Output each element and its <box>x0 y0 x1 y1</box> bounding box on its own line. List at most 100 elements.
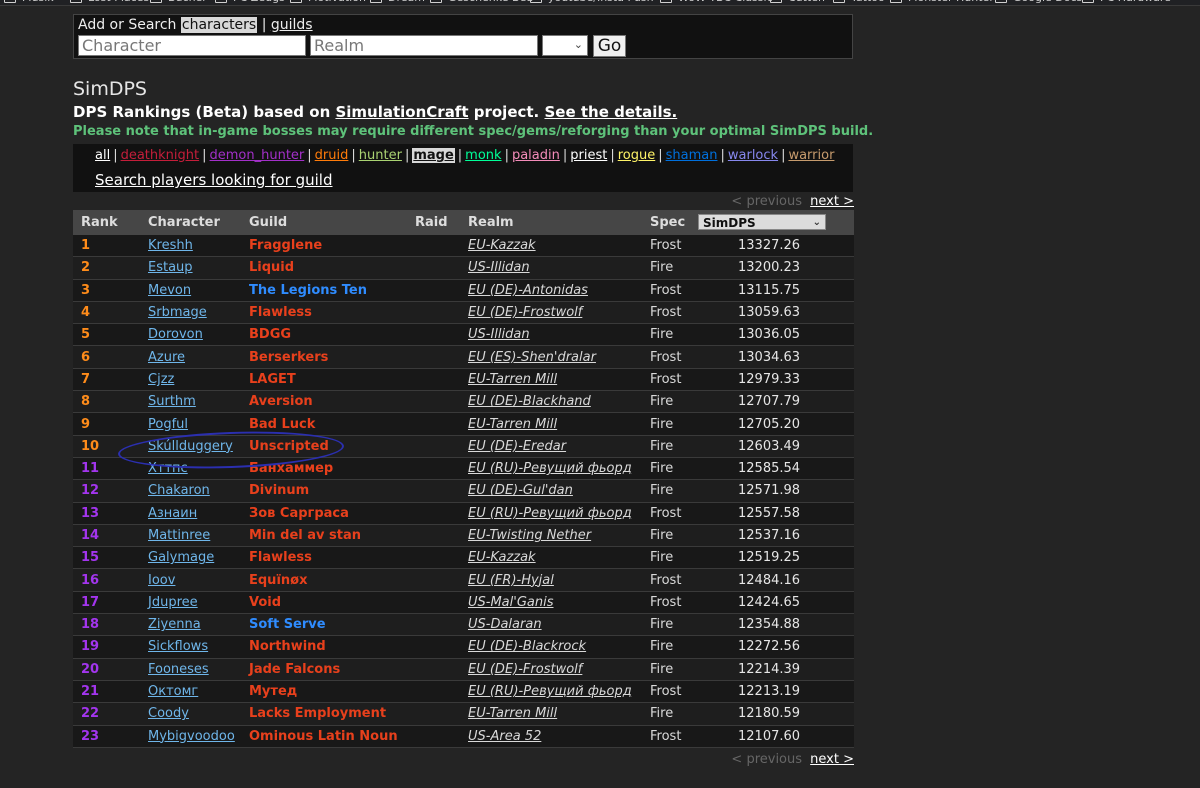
guild-cell[interactable]: Northwind <box>241 635 407 659</box>
guild-cell[interactable]: Ominous Latin Noun <box>241 725 407 748</box>
guild-cell[interactable]: Liquid <box>241 256 407 280</box>
character-link[interactable]: Азнаин <box>148 506 197 521</box>
class-link-hunter[interactable]: hunter <box>359 148 402 163</box>
bookmark-item[interactable]: youtube/Insta Push <box>530 0 654 4</box>
character-link[interactable]: Ziyenna <box>148 617 201 632</box>
looking-for-guild-link[interactable]: Search players looking for guild <box>95 171 333 189</box>
realm-cell[interactable]: EU (DE)-Antonidas <box>460 279 642 302</box>
guild-cell[interactable]: Equïnøx <box>241 568 407 592</box>
header-realm[interactable]: Realm <box>460 210 642 235</box>
bookmark-item[interactable]: Bücher <box>150 0 207 4</box>
guild-cell[interactable]: Void <box>241 591 407 615</box>
realm-cell[interactable]: EU-Tarren Mill <box>460 368 642 392</box>
bookmark-item[interactable]: WoW TBC Classic <box>660 0 773 4</box>
guild-cell[interactable]: LAGET <box>241 368 407 392</box>
realm-cell[interactable]: EU (FR)-Hyjal <box>460 568 642 592</box>
character-link[interactable]: Surthm <box>148 394 196 409</box>
bookmark-item[interactable]: Lost Places <box>70 0 149 4</box>
guild-cell[interactable]: Банхаммер <box>241 457 407 481</box>
region-select[interactable]: ⌄ <box>542 35 588 56</box>
class-link-rogue[interactable]: rogue <box>618 148 656 163</box>
realm-input[interactable] <box>310 35 538 56</box>
next-link[interactable]: next > <box>810 194 854 209</box>
class-link-mage[interactable]: mage <box>412 148 455 163</box>
characters-link[interactable]: characters <box>180 17 258 33</box>
bookmark-item[interactable]: Motivation <box>290 0 366 4</box>
class-link-deathknight[interactable]: deathknight <box>121 148 200 163</box>
realm-cell[interactable]: EU-Tarren Mill <box>460 412 642 436</box>
header-character[interactable]: Character <box>140 210 241 235</box>
guild-cell[interactable]: Divinum <box>241 479 407 503</box>
realm-cell[interactable]: US-Illidan <box>460 256 642 280</box>
realm-cell[interactable]: EU (DE)-Gul'dan <box>460 479 642 503</box>
class-link-all[interactable]: all <box>95 148 110 163</box>
guild-cell[interactable]: Jade Falcons <box>241 658 407 681</box>
class-link-shaman[interactable]: shaman <box>666 148 718 163</box>
character-link[interactable]: Srbmage <box>148 305 207 320</box>
realm-cell[interactable]: US-Illidan <box>460 323 642 347</box>
character-link[interactable]: Ioov <box>148 573 175 588</box>
bookmark-item[interactable]: Cutten <box>770 0 825 4</box>
header-guild[interactable]: Guild <box>241 210 407 235</box>
guild-cell[interactable]: Flawless <box>241 546 407 570</box>
guild-cell[interactable]: Min del av stan <box>241 524 407 548</box>
guild-cell[interactable]: BDGG <box>241 323 407 347</box>
guild-cell[interactable]: Lacks Employment <box>241 702 407 726</box>
realm-cell[interactable]: US-Area 52 <box>460 725 642 748</box>
character-link[interactable]: Mybigvoodoo <box>148 729 235 744</box>
character-link[interactable]: Pogful <box>148 417 188 432</box>
see-details-link[interactable]: See the details. <box>544 103 677 121</box>
character-link[interactable]: Chakaron <box>148 483 210 498</box>
realm-cell[interactable]: EU (RU)-Ревущий фьорд <box>460 680 642 704</box>
character-link[interactable]: Estaup <box>148 260 193 275</box>
character-link[interactable]: Coody <box>148 706 189 721</box>
realm-cell[interactable]: US-Dalaran <box>460 613 642 637</box>
realm-cell[interactable]: EU (DE)-Eredar <box>460 435 642 458</box>
bookmark-item[interactable]: PC Zeugs <box>215 0 285 4</box>
character-link[interactable]: Fooneses <box>148 662 209 677</box>
guild-cell[interactable]: Зов Сарграса <box>241 502 407 525</box>
bookmark-item[interactable]: Dream <box>370 0 425 4</box>
realm-cell[interactable]: EU-Tarren Mill <box>460 702 642 726</box>
guild-cell[interactable]: Unscripted <box>241 435 407 458</box>
class-link-paladin[interactable]: paladin <box>512 148 560 163</box>
sort-select[interactable]: SimDPS ⌄ <box>698 214 826 230</box>
character-link[interactable]: Mevon <box>148 283 191 298</box>
guild-cell[interactable]: Fragglene <box>241 235 407 258</box>
character-link[interactable]: Хттпс <box>148 461 188 476</box>
simulationcraft-link[interactable]: SimulationCraft <box>335 103 468 121</box>
character-link[interactable]: Galymage <box>148 550 214 565</box>
guild-cell[interactable]: Flawless <box>241 301 407 325</box>
character-link[interactable]: Skúllduggery <box>148 439 233 454</box>
realm-cell[interactable]: EU-Kazzak <box>460 546 642 570</box>
guild-cell[interactable]: Aversion <box>241 390 407 414</box>
class-link-monk[interactable]: monk <box>465 148 501 163</box>
realm-cell[interactable]: EU-Twisting Nether <box>460 524 642 548</box>
bookmark-item[interactable]: Monster Hunter <box>890 0 994 4</box>
guild-cell[interactable]: Berserkers <box>241 345 407 369</box>
bookmark-item[interactable]: PC Hardware <box>1082 0 1171 4</box>
class-link-warrior[interactable]: warrior <box>788 148 834 163</box>
character-input[interactable] <box>78 35 306 56</box>
character-link[interactable]: Kreshh <box>148 238 193 253</box>
bookmark-item[interactable]: Geschenke Bea <box>430 0 533 4</box>
bookmark-item[interactable]: Google Docs <box>995 0 1082 4</box>
bookmark-item[interactable]: Musik <box>4 0 54 4</box>
guild-cell[interactable]: Bad Luck <box>241 412 407 436</box>
class-link-warlock[interactable]: warlock <box>728 148 778 163</box>
character-link[interactable]: Jdupree <box>148 595 198 610</box>
class-link-druid[interactable]: druid <box>315 148 349 163</box>
realm-cell[interactable]: EU (DE)-Blackrock <box>460 635 642 659</box>
guild-cell[interactable]: Мутед <box>241 680 407 704</box>
guild-cell[interactable]: Soft Serve <box>241 613 407 637</box>
realm-cell[interactable]: EU (DE)-Blackhand <box>460 390 642 414</box>
guild-cell[interactable]: The Legions Ten <box>241 279 407 302</box>
header-raid[interactable]: Raid <box>407 210 460 235</box>
bookmark-item[interactable]: Tattoo <box>833 0 885 4</box>
realm-cell[interactable]: EU (RU)-Ревущий фьорд <box>460 502 642 525</box>
character-link[interactable]: Sickflows <box>148 639 208 654</box>
character-link[interactable]: Октомг <box>148 684 198 699</box>
class-link-demon-hunter[interactable]: demon_hunter <box>210 148 305 163</box>
guilds-link[interactable]: guilds <box>271 17 313 33</box>
realm-cell[interactable]: EU (ES)-Shen'dralar <box>460 345 642 369</box>
